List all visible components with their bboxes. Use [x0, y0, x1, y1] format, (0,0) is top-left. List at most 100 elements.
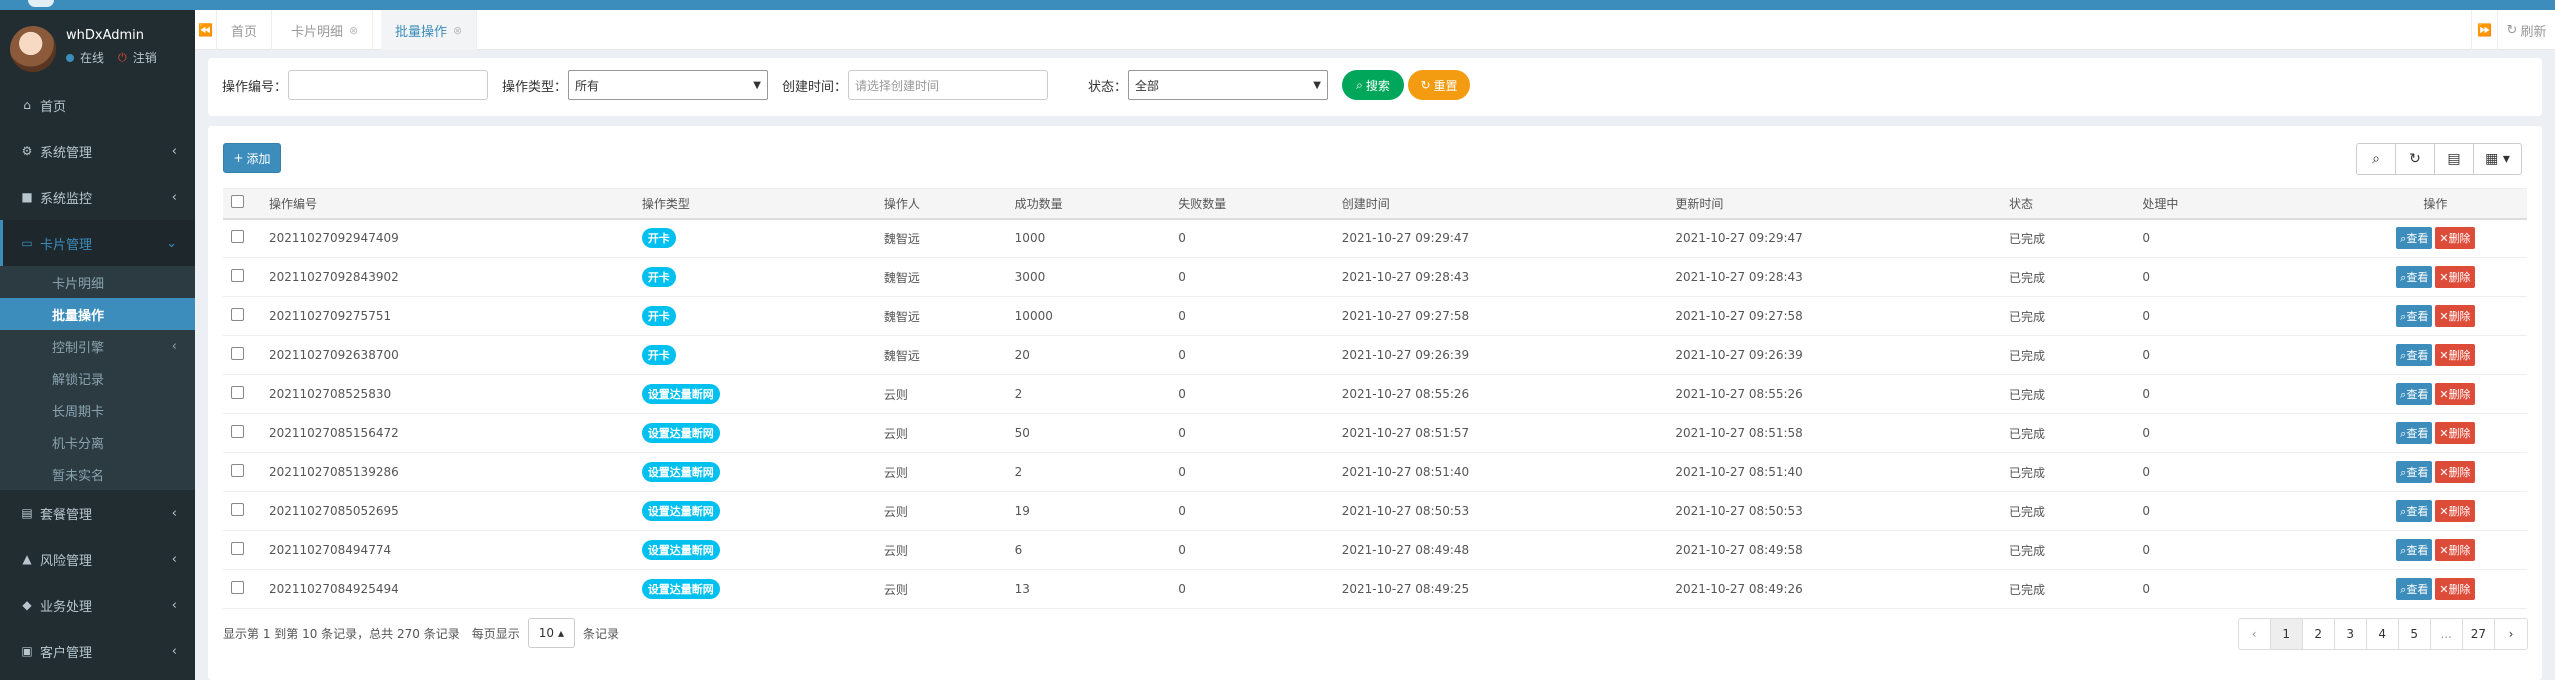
columns-button[interactable]: ▦ ▾: [2474, 144, 2521, 174]
sidebar-item-user-card[interactable]: ▣ 客户管理 ‹: [0, 628, 195, 674]
table-row[interactable]: 2021102709275751 开卡 魏智远 10000 0 2021-10-27 09…: [223, 296, 2527, 336]
logout-link[interactable]: 注销: [133, 49, 157, 66]
next-page-button[interactable]: ›: [2495, 619, 2527, 649]
submenu-item[interactable]: 机卡分离: [0, 426, 195, 458]
view-button[interactable]: ⌕查看: [2396, 266, 2433, 288]
page-button[interactable]: 2: [2303, 619, 2335, 649]
submenu-item[interactable]: 解锁记录: [0, 362, 195, 394]
view-button[interactable]: ⌕查看: [2396, 344, 2433, 366]
table-row[interactable]: 20211027085139286 设置达量断网 云则 2 0 2021-10-27 08…: [223, 452, 2527, 492]
delete-button[interactable]: ✕删除: [2435, 305, 2475, 327]
tabs-scroll-right-icon[interactable]: ⏩: [2471, 10, 2497, 50]
delete-button[interactable]: ✕删除: [2435, 461, 2475, 483]
row-checkbox[interactable]: [231, 503, 244, 516]
actions-cell: ⌕查看 ✕删除: [2343, 491, 2527, 531]
tab-card-detail[interactable]: 卡片明细 ⊗: [277, 10, 374, 50]
close-icon[interactable]: ⊗: [453, 24, 462, 37]
submenu-item[interactable]: 长周期卡: [0, 394, 195, 426]
sidebar-item-warning[interactable]: ▲ 风险管理 ‹: [0, 536, 195, 582]
delete-button[interactable]: ✕删除: [2435, 578, 2475, 600]
sidebar-item-home[interactable]: ⌂ 首页: [0, 82, 195, 128]
table-row[interactable]: 20211027092843902 开卡 魏智远 3000 0 2021-10-27 09…: [223, 257, 2527, 297]
table-row[interactable]: 2021102708494774 设置达量断网 云则 6 0 2021-10-27 08:…: [223, 530, 2527, 570]
search-toggle-button[interactable]: ⌕: [2357, 144, 2396, 174]
sidebar-item-video-camera[interactable]: ■ 系统监控 ‹: [0, 174, 195, 220]
view-button[interactable]: ⌕查看: [2396, 461, 2433, 483]
sidebar-item-layers[interactable]: ◆ 业务处理 ‹: [0, 582, 195, 628]
search-button[interactable]: ⌕ 搜索: [1342, 70, 1404, 100]
row-checkbox[interactable]: [231, 464, 244, 477]
row-checkbox[interactable]: [231, 269, 244, 282]
page-button[interactable]: 27: [2463, 619, 2495, 649]
sidebar-item-gear[interactable]: ⚙ 系统管理 ‹: [0, 128, 195, 174]
status-select[interactable]: 全部 ▼: [1128, 70, 1328, 100]
column-header[interactable]: 操作编号: [260, 188, 634, 220]
tab-home[interactable]: 首页: [217, 10, 273, 50]
row-checkbox[interactable]: [231, 542, 244, 555]
submenu-item[interactable]: 卡片明细: [0, 266, 195, 298]
page-button[interactable]: 5: [2399, 619, 2431, 649]
delete-button[interactable]: ✕删除: [2435, 383, 2475, 405]
column-header[interactable]: 成功数量: [1006, 188, 1171, 220]
table-row[interactable]: 2021102708525830 设置达量断网 云则 2 0 2021-10-27 08:…: [223, 374, 2527, 414]
sidebar-item-credit-card[interactable]: ▭ 卡片管理 ⌄: [0, 220, 195, 266]
page-button[interactable]: 1: [2270, 619, 2303, 649]
table-cell: 云则: [875, 374, 1007, 414]
created-time-input[interactable]: 请选择创建时间: [848, 70, 1048, 100]
column-header[interactable]: 更新时间: [1667, 188, 2001, 220]
column-header[interactable]: 创建时间: [1333, 188, 1668, 220]
operation-type-badge: 开卡: [641, 228, 676, 249]
table-row[interactable]: 20211027085052695 设置达量断网 云则 19 0 2021-10-27 0…: [223, 491, 2527, 531]
column-header[interactable]: 处理中: [2134, 188, 2344, 220]
op-no-input[interactable]: [288, 70, 488, 100]
op-type-select[interactable]: 所有 ▼: [568, 70, 768, 100]
column-header[interactable]: 状态: [2000, 188, 2135, 220]
submenu-item[interactable]: 控制引擎 ‹: [0, 330, 195, 362]
chevron-left-icon: ‹: [171, 338, 177, 354]
reset-button[interactable]: ↻ 重置: [1408, 70, 1470, 100]
page-button[interactable]: 4: [2367, 619, 2399, 649]
submenu-item[interactable]: 批量操作: [0, 298, 195, 330]
close-icon[interactable]: ⊗: [349, 24, 358, 37]
table-row[interactable]: 2021102708515647​2 设置达量断网 云则 50 0 2021-10-27 …: [223, 413, 2527, 453]
view-button[interactable]: ⌕查看: [2396, 500, 2433, 522]
view-button[interactable]: ⌕查看: [2396, 227, 2433, 250]
delete-button[interactable]: ✕删除: [2435, 266, 2475, 288]
table-row[interactable]: 20211027092638700 开卡 魏智远 20 0 2021-10-27 09:2…: [223, 335, 2527, 375]
delete-button[interactable]: ✕删除: [2435, 422, 2475, 444]
delete-button[interactable]: ✕删除: [2435, 500, 2475, 522]
view-button[interactable]: ⌕查看: [2396, 539, 2433, 561]
toggle-view-button[interactable]: ▤: [2435, 144, 2474, 174]
delete-button[interactable]: ✕删除: [2435, 539, 2475, 561]
page-button[interactable]: 3: [2335, 619, 2367, 649]
refresh-button[interactable]: ↻ 刷新: [2497, 10, 2555, 50]
sidebar-item-bar-chart[interactable]: ▤ 套餐管理 ‹: [0, 490, 195, 536]
delete-button[interactable]: ✕删除: [2435, 344, 2475, 366]
page-size-dropdown[interactable]: 10 ▴: [527, 618, 576, 648]
logout-icon[interactable]: ⏻: [118, 51, 127, 65]
tab-batch-operation[interactable]: 批量操作 ⊗: [381, 10, 478, 50]
row-checkbox[interactable]: [231, 230, 244, 244]
row-checkbox[interactable]: [231, 347, 244, 360]
column-header[interactable]: 操作: [2343, 188, 2527, 220]
row-checkbox[interactable]: [231, 308, 244, 321]
view-button[interactable]: ⌕查看: [2396, 578, 2433, 600]
row-checkbox[interactable]: [231, 386, 244, 399]
row-checkbox[interactable]: [231, 425, 244, 438]
table-row[interactable]: 20211027084925494 设置达量断网 云则 13 0 2021-10-27 0…: [223, 569, 2527, 609]
tabs-scroll-left-icon[interactable]: ⏪: [195, 10, 217, 50]
view-button[interactable]: ⌕查看: [2396, 305, 2433, 327]
delete-button[interactable]: ✕删除: [2435, 227, 2475, 250]
table-row[interactable]: 20211027092947409 开卡 魏智远 1000 0 2021-10-27 09…: [223, 218, 2527, 258]
view-button[interactable]: ⌕查看: [2396, 383, 2433, 405]
row-checkbox[interactable]: [231, 581, 244, 594]
add-button[interactable]: + 添加: [223, 143, 281, 173]
column-header[interactable]: 失败数量: [1170, 188, 1334, 220]
prev-page-button[interactable]: ‹: [2239, 619, 2271, 649]
refresh-table-button[interactable]: ↻: [2396, 144, 2435, 174]
view-button[interactable]: ⌕查看: [2396, 422, 2433, 444]
submenu-item[interactable]: 暂未实名: [0, 458, 195, 490]
column-header[interactable]: 操作人: [875, 188, 1007, 220]
select-all-checkbox[interactable]: [231, 195, 244, 209]
column-header[interactable]: 操作类型: [633, 188, 876, 220]
